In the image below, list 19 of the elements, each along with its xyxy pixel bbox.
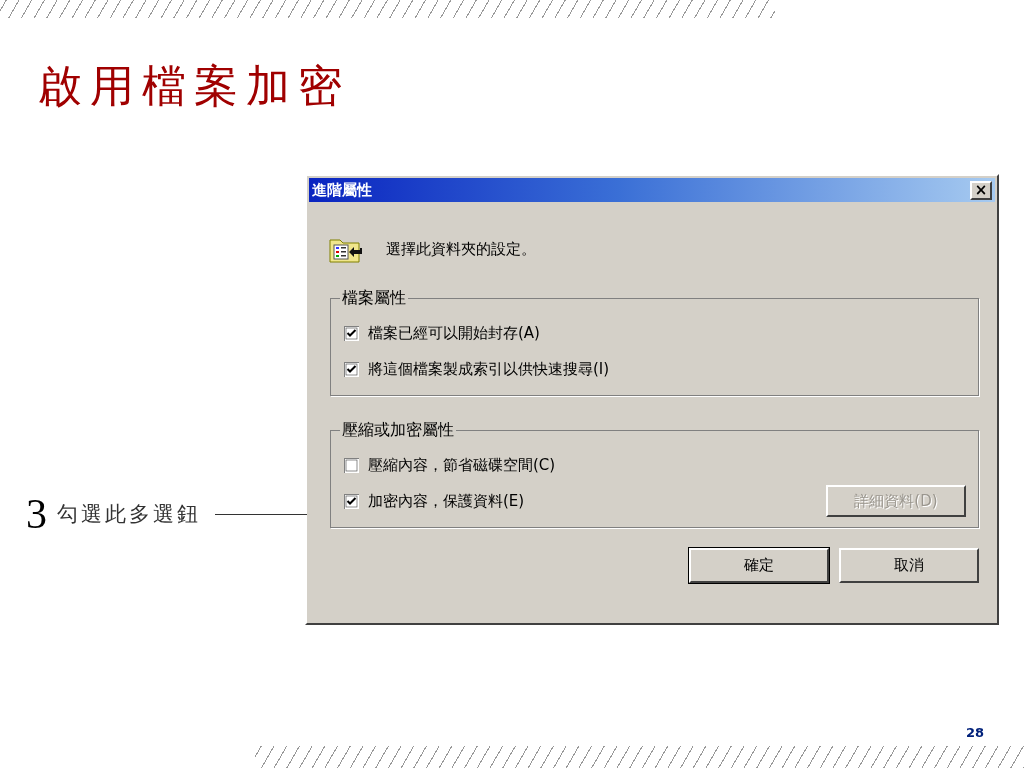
checkbox-label[interactable]: 檔案已經可以開始封存(A) [368, 323, 540, 343]
dialog-button[interactable]: 確定 [689, 548, 829, 583]
checkbox-label[interactable]: 壓縮內容，節省磁碟空間(C) [368, 455, 556, 475]
step-number: 3 [26, 492, 47, 536]
page-number: 28 [965, 725, 984, 740]
checkbox[interactable] [344, 457, 359, 473]
checkbox[interactable] [344, 493, 359, 509]
group-label: 壓縮或加密屬性 [341, 420, 455, 441]
window-title: 進階屬性 [312, 180, 372, 200]
description-text: 選擇此資料夾的設定。 [386, 239, 536, 259]
callout-text: 勾選此多選鈕 [57, 501, 201, 528]
checkbox[interactable] [344, 361, 359, 377]
slide-title: 啟用檔案加密 [38, 59, 351, 113]
checkbox-label[interactable]: 將這個檔案製成索引以供快速搜尋(I) [368, 359, 610, 379]
group-label: 檔案屬性 [341, 288, 407, 309]
checkbox[interactable] [344, 325, 359, 341]
dialog-button[interactable]: 取消 [839, 548, 979, 583]
checkbox-label[interactable]: 加密內容，保護資料(E) [368, 491, 525, 511]
close-button[interactable]: × [970, 180, 992, 200]
